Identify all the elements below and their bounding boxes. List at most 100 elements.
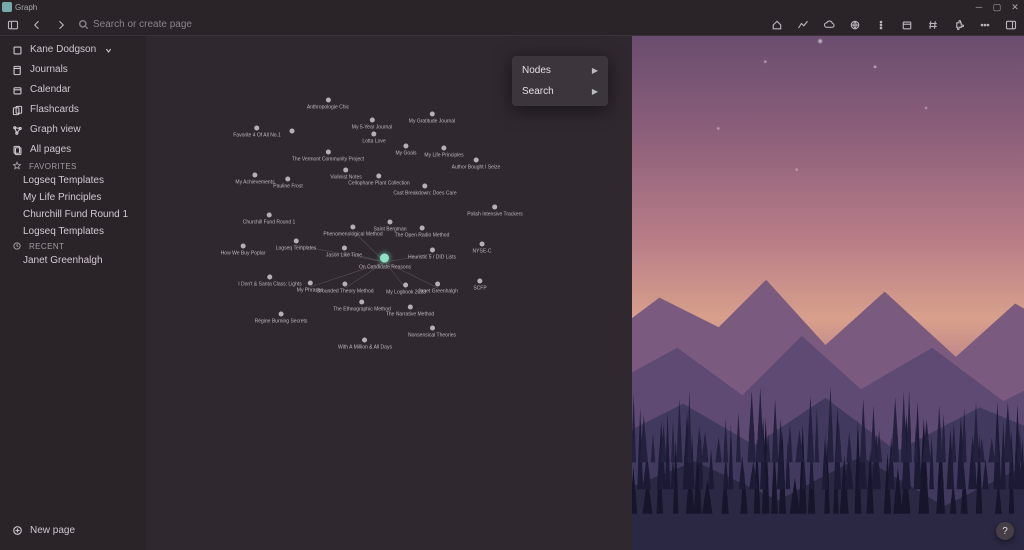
graph-node-label: The Ethnographic Method [333,307,391,313]
user-menu[interactable]: Kane Dodgson [0,40,146,60]
more-icon[interactable] [874,18,888,32]
graph-node[interactable]: I Don't & Santa Class: Lights [238,275,302,288]
favorites-header[interactable]: FAVORITES [0,160,146,172]
home-icon[interactable] [770,18,784,32]
calendar-icon[interactable] [900,18,914,32]
window-titlebar: Graph ─ ▢ ✕ [0,0,1024,14]
graph-node-label: Author Bought I Seize [452,165,501,171]
recent-header[interactable]: RECENT [0,240,146,252]
graph-node-dot [429,112,434,117]
global-search[interactable]: Search or create page [78,19,760,30]
graph-node[interactable]: Régine Burning Secrets [255,312,308,325]
graph-node[interactable]: The Open Radio Method [395,226,450,239]
graph-node[interactable]: The Narrative Method [386,305,434,318]
graph-node-dot [474,158,479,163]
window-maximize-button[interactable]: ▢ [988,0,1006,14]
chevron-down-icon [103,47,114,54]
nav-journals-label: Journals [30,63,68,77]
graph-node-label: On Candidate Reasons [359,265,411,271]
graph-node[interactable]: Grounded Theory Method [316,282,373,295]
graph-node[interactable]: My Achievements [235,173,274,186]
graph-node-label: Jason Like Time [326,253,362,259]
graph-node[interactable]: Churchill Fund Round 1 [243,213,296,226]
graph-node[interactable]: Polish Intensive Trackers [467,205,523,218]
graph-node-label: Pauline Frost [273,184,302,190]
favorite-item-label: Logseq Templates [23,174,104,187]
graph-node-dot [279,312,284,317]
hashtag-icon[interactable] [926,18,940,32]
graph-node-dot [268,275,273,280]
nav-flashcards-label: Flashcards [30,103,79,117]
journal-icon [12,65,23,76]
graph-node[interactable]: NYSE-C [473,242,492,255]
graph-node[interactable]: Lotta Love [362,132,385,145]
graph-node[interactable]: With A Million & All Days [338,338,392,351]
new-page-button[interactable]: New page [0,519,146,546]
chevron-right-icon: ▶ [592,87,598,96]
graph-node[interactable]: Nonsensical Theories [408,326,456,339]
sidebar-toggle-icon[interactable] [6,18,20,32]
nav-forward-button[interactable] [54,18,68,32]
nav-back-button[interactable] [30,18,44,32]
graph-node-dot [371,132,376,137]
graph-node-dot [326,98,331,103]
graph-node[interactable]: Favorite 4 Of All No.1 [233,126,281,139]
favorite-item[interactable]: Churchill Fund Round 1 [0,206,146,223]
graph-node-label: Polish Intensive Trackers [467,212,523,218]
graph-node[interactable]: Heuristic 5 / DID Lists [408,248,456,261]
graph-node-label: Grounded Theory Method [316,289,373,295]
nav-flashcards[interactable]: Flashcards [0,100,146,120]
graph-node-label: I Don't & Santa Class: Lights [238,282,302,288]
nav-graphview[interactable]: Graph view [0,120,146,140]
extension-icon[interactable] [952,18,966,32]
graph-node-dot [326,150,331,155]
graph-node-dot [387,220,392,225]
pages-icon [12,145,23,156]
star-icon [12,161,22,171]
window-minimize-button[interactable]: ─ [970,0,988,14]
graph-node[interactable]: Logseq Templates [276,239,317,252]
graph-node[interactable]: Author Bought I Seize [452,158,501,171]
graph-node[interactable]: Cast Breakdown: Does Care [393,184,456,197]
graph-node[interactable]: How We Buy Poplar [221,244,266,257]
cloud-sync-icon[interactable] [822,18,836,32]
graph-node[interactable]: Anthropologie Chic [307,98,349,111]
graph-node[interactable]: Jason Like Time [326,246,362,259]
favorite-item[interactable]: My Life Principles [0,189,146,206]
analytics-icon[interactable] [796,18,810,32]
graph-node-dot [286,177,291,182]
graph-node[interactable]: Janet Greenhalgh [418,282,458,295]
nav-allpages[interactable]: All pages [0,140,146,160]
graph-node[interactable]: My 5-Year Journal [352,118,392,131]
graph-node[interactable]: My Gratitude Journal [409,112,455,125]
graph-canvas[interactable]: Nodes▶ Search ▶ Anthropologie ChicMy 5-Ye… [146,36,632,550]
graph-node-dot [377,174,382,179]
graph-node-label: Lotta Love [362,139,385,145]
graph-node[interactable]: SCFP [473,279,486,292]
graph-node[interactable]: My Goals [395,144,416,157]
graph-node-dot [351,225,356,230]
overflow-icon[interactable] [978,18,992,32]
window-close-button[interactable]: ✕ [1006,0,1024,14]
graph-node-highlighted[interactable]: On Candidate Reasons [359,254,411,271]
recent-item-label: Janet Greenhalgh [23,254,103,267]
graph-toolbox-nodes[interactable]: Nodes▶ [512,60,608,81]
recent-item[interactable]: Janet Greenhalgh [0,252,146,269]
graph-toolbox-search-label: Search [522,86,554,97]
graph-node-label: Favorite 4 Of All No.1 [233,133,281,139]
right-panel-toggle-icon[interactable] [1004,18,1018,32]
help-button[interactable]: ? [996,522,1014,540]
nav-journals[interactable]: Journals [0,60,146,80]
graph-node-label: With A Million & All Days [338,345,392,351]
graph-node[interactable]: Pauline Frost [273,177,302,190]
favorite-item[interactable]: Logseq Templates [0,223,146,240]
graph-node[interactable]: The Vermont Community Project [292,150,364,163]
favorite-item[interactable]: Logseq Templates [0,172,146,189]
graph-node[interactable]: The Ethnographic Method [333,300,391,313]
favorites-label: FAVORITES [29,162,77,171]
graph-toolbox-search[interactable]: Search ▶ [512,81,608,102]
graph-node-dot [478,279,483,284]
graph-node[interactable] [290,129,295,136]
globe-icon[interactable] [848,18,862,32]
nav-calendar[interactable]: Calendar [0,80,146,100]
